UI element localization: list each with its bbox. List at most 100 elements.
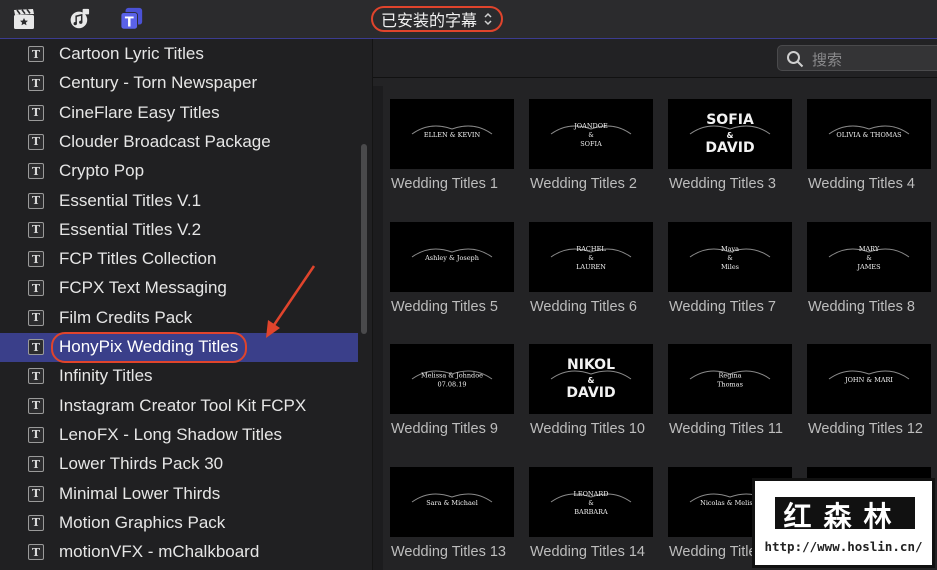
thumbnail-text: MARY: [859, 245, 880, 253]
thumbnail-text: 07.08.19: [438, 381, 467, 389]
title-template-tile[interactable]: SOFIA & DAVID Wedding Titles 3: [668, 99, 792, 192]
thumbnail-text: JAMES: [856, 263, 880, 271]
search-field[interactable]: 搜索: [777, 45, 937, 71]
sidebar-item-label: Clouder Broadcast Package: [59, 131, 271, 151]
title-template-icon: T: [28, 192, 44, 209]
sidebar-item[interactable]: T FCPX Text Messaging: [0, 274, 358, 303]
thumbnail-preview-art: Melissa & Johndoe07.08.19: [411, 370, 493, 389]
thumbnail-text: &: [588, 255, 594, 262]
thumbnail-preview-art: Maya &Miles: [689, 245, 771, 271]
sidebar-item-label: FCP Titles Collection: [59, 249, 217, 269]
title-template-tile[interactable]: JOANDOE & SOFIA Wedding Titles 2: [529, 99, 653, 192]
sidebar-item[interactable]: T Motion Graphics Pack: [0, 509, 358, 538]
title-template-tile[interactable]: OLIVIA & THOMAS Wedding Titles 4: [807, 99, 931, 192]
title-thumbnail[interactable]: Ashley & Joseph: [390, 222, 514, 292]
title-thumbnail[interactable]: Sara & Michael: [390, 467, 514, 537]
titles-t-icon[interactable]: T: [120, 7, 144, 31]
title-template-name: Wedding Titles 10: [530, 421, 645, 437]
title-template-tile[interactable]: ELLEN & KEVIN Wedding Titles 1: [390, 99, 514, 192]
top-toolbar: T 已安装的字幕: [0, 0, 937, 39]
title-thumbnail[interactable]: SOFIA & DAVID: [668, 99, 792, 169]
title-thumbnail[interactable]: MARY & JAMES: [807, 222, 931, 292]
svg-text:T: T: [125, 15, 134, 30]
title-thumbnail[interactable]: LEONARD & BARBARA: [529, 467, 653, 537]
sidebar-item[interactable]: T Essential Titles V.2: [0, 216, 358, 245]
sidebar-item[interactable]: T Essential Titles V.1: [0, 187, 358, 216]
sidebar-scrollbar[interactable]: [361, 144, 367, 334]
sidebar-item-label: LenoFX - Long Shadow Titles: [59, 424, 283, 444]
sidebar-item[interactable]: T Infinity Titles: [0, 362, 358, 391]
title-template-icon: T: [28, 368, 44, 385]
title-template-icon: T: [28, 104, 44, 121]
library-selector[interactable]: 已安装的字幕: [371, 6, 504, 32]
title-thumbnail[interactable]: Maya & Miles: [668, 222, 792, 292]
title-template-name: Wedding Titles 11: [669, 421, 783, 437]
title-template-tile[interactable]: LEONARD & BARBARA Wedding Titles 14: [529, 467, 653, 560]
sidebar-item-label: motionVFX - mChalkboard: [59, 542, 260, 562]
title-template-tile[interactable]: Ashley & Joseph Wedding Titles 5: [390, 222, 514, 315]
library-selector-label: 已安装的字幕: [381, 11, 478, 30]
title-template-name: Wedding Titles 5: [391, 299, 498, 315]
sidebar-item[interactable]: T Cartoon Lyric Titles: [0, 40, 358, 69]
title-template-icon: T: [28, 251, 44, 268]
thumbnail-text: &: [588, 500, 594, 507]
sidebar-item[interactable]: T HonyPix Wedding Titles: [0, 333, 358, 362]
sidebar-item[interactable]: T Film Credits Pack: [0, 304, 358, 333]
title-template-tile[interactable]: JOHN & MARI Wedding Titles 12: [807, 344, 931, 437]
title-template-icon: T: [28, 221, 44, 238]
sidebar-item[interactable]: TmotionVFX - mChalkboard: [0, 538, 358, 567]
title-template-name: Wedding Titles 6: [530, 299, 637, 315]
grid-scrollbar[interactable]: [373, 86, 383, 570]
title-template-name: Wedding Titles 3: [669, 176, 776, 192]
music-camera-icon[interactable]: [66, 7, 90, 31]
title-thumbnail[interactable]: Regina Thomas: [668, 344, 792, 414]
sidebar-item[interactable]: T Century - Torn Newspaper: [0, 69, 358, 98]
sidebar-item-label: Infinity Titles: [59, 366, 153, 386]
title-thumbnail[interactable]: JOHN & MARI: [807, 344, 931, 414]
up-down-chevron-icon: [483, 12, 493, 26]
sidebar-item[interactable]: T Lower Thirds Pack 30: [0, 450, 358, 479]
title-template-icon: T: [28, 456, 44, 473]
title-template-tile[interactable]: Regina Thomas Wedding Titles 11: [668, 344, 792, 437]
thumbnail-text: Ashley & Joseph: [424, 254, 479, 262]
title-template-tile[interactable]: Maya & Miles Wedding Titles 7: [668, 222, 792, 315]
title-template-tile[interactable]: Sara & Michael Wedding Titles 13: [390, 467, 514, 560]
sidebar-item[interactable]: T Minimal Lower Thirds: [0, 480, 358, 509]
search-bar: 搜索: [373, 39, 937, 78]
thumbnail-text: Thomas: [717, 381, 743, 389]
thumbnail-text: SOFIA: [580, 140, 602, 148]
title-thumbnail[interactable]: ELLEN & KEVIN: [390, 99, 514, 169]
title-thumbnail[interactable]: NIKOL & DAVID: [529, 344, 653, 414]
title-template-name: Wedding Titles 14: [530, 544, 645, 560]
search-input[interactable]: 搜索: [812, 49, 842, 70]
thumbnail-preview-art: SOFIA &DAVID: [689, 112, 771, 156]
title-template-tile[interactable]: MARY & JAMES Wedding Titles 8: [807, 222, 931, 315]
thumbnail-preview-art: NIKOL &DAVID: [550, 357, 632, 401]
thumbnail-text: Sara & Michael: [426, 499, 478, 507]
title-template-tile[interactable]: NIKOL & DAVID Wedding Titles 10: [529, 344, 653, 437]
title-template-icon: T: [28, 544, 44, 561]
thumbnail-preview-art: OLIVIA & THOMAS: [828, 125, 910, 139]
sidebar-item[interactable]: T Crypto Pop: [0, 157, 358, 186]
title-template-tile[interactable]: Melissa & Johndoe 07.08.19 Wedding Titles …: [390, 344, 514, 437]
thumbnail-text: &: [866, 255, 872, 262]
sidebar-item[interactable]: T CineFlare Easy Titles: [0, 99, 358, 128]
sidebar-item[interactable]: T LenoFX - Long Shadow Titles: [0, 421, 358, 450]
sidebar-item[interactable]: T Clouder Broadcast Package: [0, 128, 358, 157]
title-template-icon: T: [28, 280, 44, 297]
thumbnail-preview-art: JOHN & MARI: [828, 370, 910, 384]
thumbnail-text: DAVID: [566, 385, 615, 401]
title-thumbnail[interactable]: JOANDOE & SOFIA: [529, 99, 653, 169]
sidebar-item[interactable]: T Instagram Creator Tool Kit FCPX: [0, 392, 358, 421]
sidebar-item-label: Instagram Creator Tool Kit FCPX: [59, 395, 307, 415]
title-template-icon: T: [28, 163, 44, 180]
sidebar-item-label: Cartoon Lyric Titles: [59, 44, 204, 63]
thumbnail-text: Regina: [718, 372, 741, 380]
title-thumbnail[interactable]: OLIVIA & THOMAS: [807, 99, 931, 169]
sidebar-item[interactable]: T FCP Titles Collection: [0, 245, 358, 274]
clapper-star-icon[interactable]: [12, 7, 36, 31]
title-thumbnail[interactable]: Melissa & Johndoe 07.08.19: [390, 344, 514, 414]
thumbnail-preview-art: ReginaThomas: [689, 370, 771, 389]
title-thumbnail[interactable]: RACHEL & LAUREN: [529, 222, 653, 292]
title-template-tile[interactable]: RACHEL & LAUREN Wedding Titles 6: [529, 222, 653, 315]
